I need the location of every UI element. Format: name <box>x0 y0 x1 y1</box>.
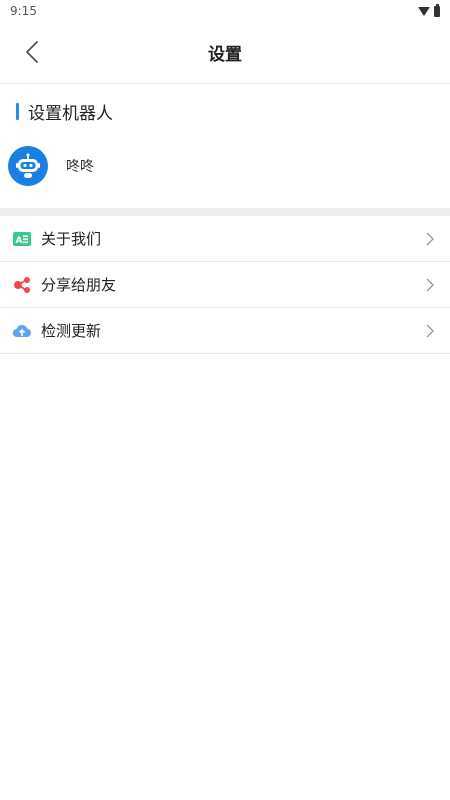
robot-section-heading: 设置机器人 <box>0 84 450 138</box>
chevron-right-icon <box>424 231 436 247</box>
section-title: 设置机器人 <box>28 103 113 124</box>
settings-menu: A 关于我们 分享给朋友 检测更新 <box>0 216 450 354</box>
svg-text:A: A <box>16 236 23 246</box>
chevron-right-icon <box>424 323 436 339</box>
accent-bar <box>16 102 19 120</box>
menu-item-about[interactable]: A 关于我们 <box>0 216 450 262</box>
wifi-icon <box>418 6 430 16</box>
share-icon <box>12 275 32 295</box>
menu-label-share: 分享给朋友 <box>41 276 117 294</box>
section-divider <box>0 208 450 216</box>
menu-label-update: 检测更新 <box>41 322 102 340</box>
battery-icon <box>434 3 440 17</box>
status-bar: 9:15 <box>0 0 450 22</box>
cloud-upload-icon <box>12 321 32 341</box>
status-time: 9:15 <box>10 4 37 18</box>
status-icons <box>418 3 440 17</box>
robot-avatar <box>8 146 48 186</box>
settings-screen: 9:15 设置 设置机器人 咚咚 A 关于我们 分享给朋友 检测更新 <box>0 0 450 800</box>
chevron-left-icon <box>26 41 38 63</box>
chevron-right-icon <box>424 277 436 293</box>
page-title: 设置 <box>208 45 242 65</box>
robot-name: 咚咚 <box>66 159 94 175</box>
robot-item[interactable]: 咚咚 <box>0 138 450 194</box>
back-button[interactable] <box>16 36 48 68</box>
about-icon: A <box>12 229 32 249</box>
menu-label-about: 关于我们 <box>41 230 102 248</box>
robot-icon <box>16 153 40 178</box>
menu-item-share[interactable]: 分享给朋友 <box>0 262 450 308</box>
menu-item-update[interactable]: 检测更新 <box>0 308 450 354</box>
app-header: 设置 <box>0 22 450 84</box>
